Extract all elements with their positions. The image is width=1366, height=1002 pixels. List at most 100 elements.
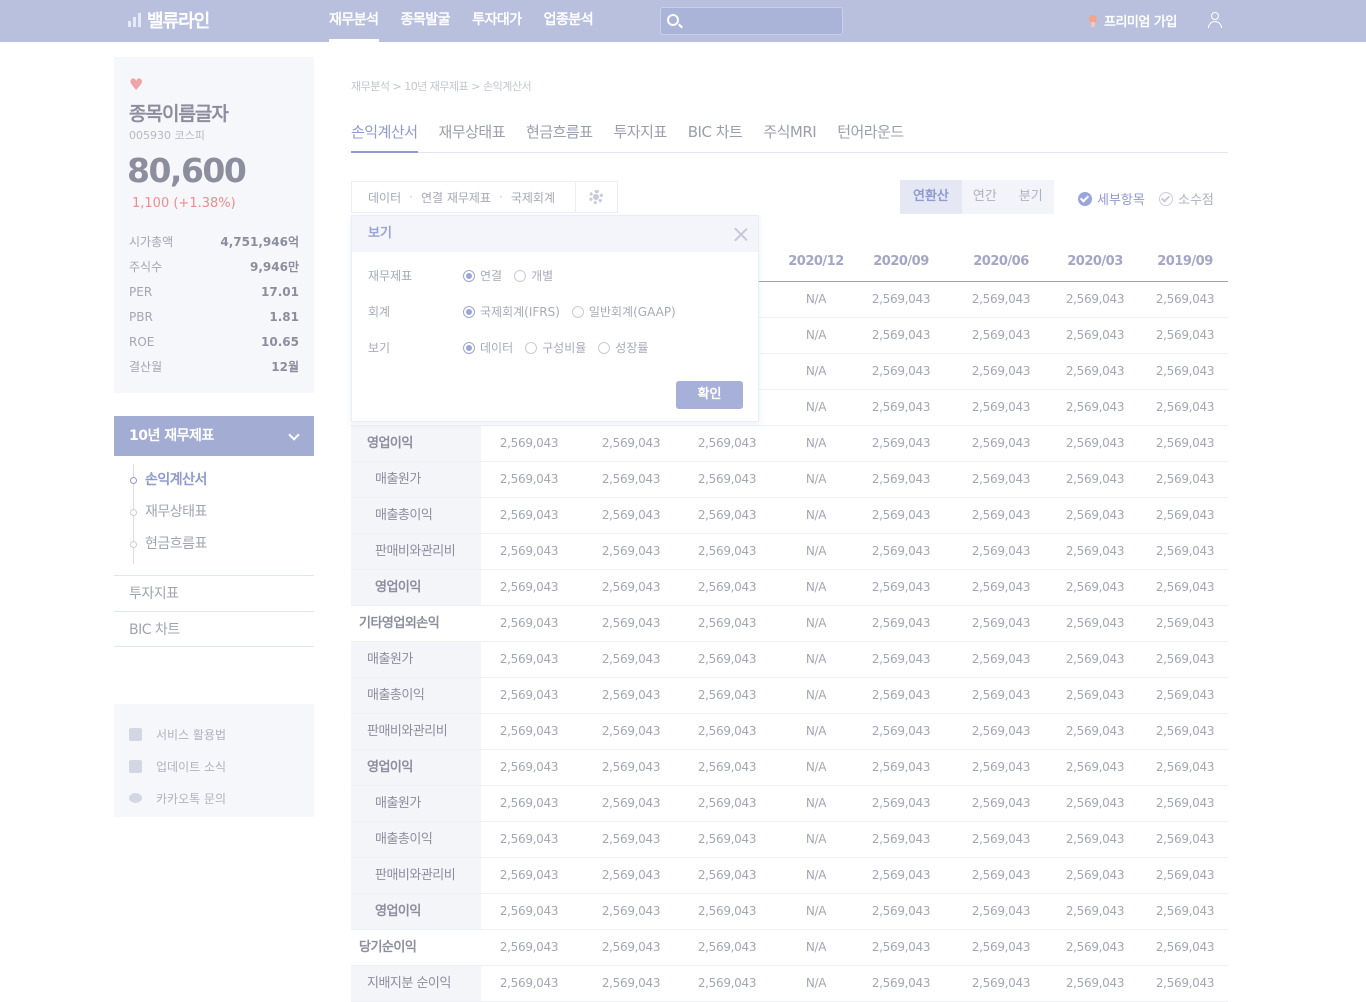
table-cell: 2,569,043: [1065, 832, 1125, 846]
table-cell: N/A: [805, 760, 827, 774]
tab-item[interactable]: 재무상태표: [439, 115, 506, 152]
metric-row: ROE 10.65: [129, 332, 299, 357]
radio-option[interactable]: 개별: [514, 267, 553, 284]
table-row: 매출총이익 2,569,043 2,569,043 2,569,043 N/A 2,569…: [351, 498, 1228, 534]
radio-label: 개별: [531, 269, 554, 283]
premium-label: 프리미엄 가입: [1104, 15, 1177, 30]
row-label: 영업이익: [351, 426, 481, 461]
table-row: 영업이익 2,569,043 2,569,043 2,569,043 N/A 2,569,…: [351, 570, 1228, 606]
table-cell: 2,569,043: [1155, 292, 1215, 306]
check-icon: [1078, 191, 1092, 206]
radio-option[interactable]: 일반회계(GAAP): [571, 303, 676, 320]
tab-item[interactable]: 현금흐름표: [526, 115, 593, 152]
table-cell: 2,569,043: [871, 652, 931, 666]
logo-bars-icon: [128, 13, 141, 27]
toggle-detail-items[interactable]: 세부항목: [1078, 189, 1145, 208]
submenu-label: 손익계산서: [145, 472, 207, 488]
search-box[interactable]: [660, 7, 843, 35]
radio-option[interactable]: 데이터: [463, 339, 513, 356]
radio-label: 성장률: [615, 341, 649, 355]
radio-label: 일반회계(GAAP): [588, 305, 676, 319]
table-cell: 2,569,043: [601, 436, 661, 450]
sidebar-link-bic-chart[interactable]: BIC 차트: [114, 611, 314, 647]
toggle-decimal[interactable]: 소수점: [1159, 189, 1214, 208]
period-option[interactable]: 연간: [962, 180, 1008, 214]
nav-item[interactable]: 업종분석: [544, 0, 594, 42]
toggle-label: 소수점: [1178, 193, 1214, 208]
radio-option[interactable]: 국제회계(IFRS): [463, 303, 560, 320]
radio-option[interactable]: 구성비율: [525, 339, 586, 356]
table-row: 당기순이익 2,569,043 2,569,043 2,569,043 N/A 2,569…: [351, 930, 1228, 966]
tab-item[interactable]: BIC 차트: [688, 115, 743, 152]
check-icon: [1159, 191, 1173, 206]
tab-item[interactable]: 턴어라운드: [837, 115, 904, 152]
table-cell: 2,569,043: [1065, 292, 1125, 306]
radio-icon: [514, 269, 527, 282]
table-row: 판매비와관리비 2,569,043 2,569,043 2,569,043 N/A 2,5…: [351, 858, 1228, 894]
premium-signup-link[interactable]: 프리미엄 가입: [1088, 11, 1177, 30]
table-cell: N/A: [805, 400, 827, 414]
row-label: 영업이익: [351, 750, 481, 785]
table-cell: 2,569,043: [499, 436, 559, 450]
table-cell: 2,569,043: [601, 760, 661, 774]
table-cell: 2,569,043: [1155, 544, 1215, 558]
table-cell: 2,569,043: [871, 724, 931, 738]
tab-item[interactable]: 주식MRI: [763, 115, 816, 152]
table-cell: N/A: [805, 688, 827, 702]
table-cell: 2,569,043: [601, 724, 661, 738]
help-item-label: 카카오톡 문의: [156, 791, 227, 806]
table-cell: 2,569,043: [601, 580, 661, 594]
stock-code-market: 005930 코스피: [129, 129, 205, 142]
tab-item[interactable]: 투자지표: [614, 115, 668, 152]
row-label: 매출총이익: [351, 498, 481, 533]
table-cell: 2,569,043: [1155, 652, 1215, 666]
stock-change: 1,100 (+1.38%): [132, 196, 236, 211]
option-label: 회계: [368, 305, 391, 319]
nav-item[interactable]: 재무분석: [329, 0, 379, 42]
metric-row: PBR 1.81: [129, 307, 299, 332]
table-cell: 2,569,043: [1065, 724, 1125, 738]
logo[interactable]: 밸류라인: [128, 8, 210, 32]
table-cell: 2,569,043: [871, 472, 931, 486]
filter-summary[interactable]: 데이터 · 연결 재무제표 · 국제회계: [351, 181, 575, 213]
metric-row: PER 17.01: [129, 282, 299, 307]
table-cell: 2,569,043: [971, 508, 1031, 522]
metric-label: 시가총액: [129, 235, 174, 249]
table-cell: N/A: [805, 724, 827, 738]
close-icon[interactable]: [734, 227, 748, 241]
heart-icon[interactable]: ♥: [129, 77, 145, 93]
table-cell: 2,569,043: [697, 796, 757, 810]
period-option[interactable]: 연환산: [900, 180, 962, 214]
help-item-updates[interactable]: 업데이트 소식: [114, 750, 314, 782]
help-item-kakao[interactable]: 카카오톡 문의: [114, 782, 314, 814]
filter-value: 국제회계: [510, 190, 556, 205]
table-cell: 2,569,043: [1155, 364, 1215, 378]
sidebar-link-investment-indicators[interactable]: 투자지표: [114, 575, 314, 611]
filter-value: 데이터: [368, 190, 402, 205]
radio-option[interactable]: 성장률: [598, 339, 648, 356]
search-icon[interactable]: [667, 14, 679, 26]
submenu-item[interactable]: 손익계산서: [114, 464, 314, 496]
tab-item[interactable]: 손익계산서: [351, 115, 418, 153]
table-row: 판매비와관리비 2,569,043 2,569,043 2,569,043 N/A 2,5…: [351, 534, 1228, 570]
radio-option[interactable]: 연결: [463, 267, 502, 284]
table-cell: 2,569,043: [871, 292, 931, 306]
table-cell: 2,569,043: [1065, 940, 1125, 954]
menu-section-financial-statements[interactable]: 10년 재무제표: [114, 416, 314, 456]
nav-item[interactable]: 종목발굴: [401, 0, 451, 42]
submenu-item[interactable]: 현금흐름표: [114, 528, 314, 560]
user-icon[interactable]: [1208, 12, 1222, 29]
settings-button[interactable]: [575, 181, 618, 213]
column-header: 2020/12: [788, 254, 844, 269]
confirm-button[interactable]: 확인: [676, 381, 743, 409]
table-cell: 2,569,043: [499, 904, 559, 918]
help-box: 서비스 활용법 업데이트 소식 카카오톡 문의: [114, 704, 314, 817]
period-option[interactable]: 분기: [1008, 180, 1054, 214]
row-label: 매출원가: [351, 462, 481, 497]
submenu-item[interactable]: 재무상태표: [114, 496, 314, 528]
period-selector: 연환산 연간 분기: [900, 180, 1054, 214]
search-input[interactable]: [687, 11, 837, 31]
help-item-guide[interactable]: 서비스 활용법: [114, 718, 314, 750]
nav-item[interactable]: 투자대가: [472, 0, 522, 42]
top-navigation-bar: 밸류라인 재무분석 종목발굴 투자대가 업종분석 프리미엄 가입: [0, 0, 1366, 42]
